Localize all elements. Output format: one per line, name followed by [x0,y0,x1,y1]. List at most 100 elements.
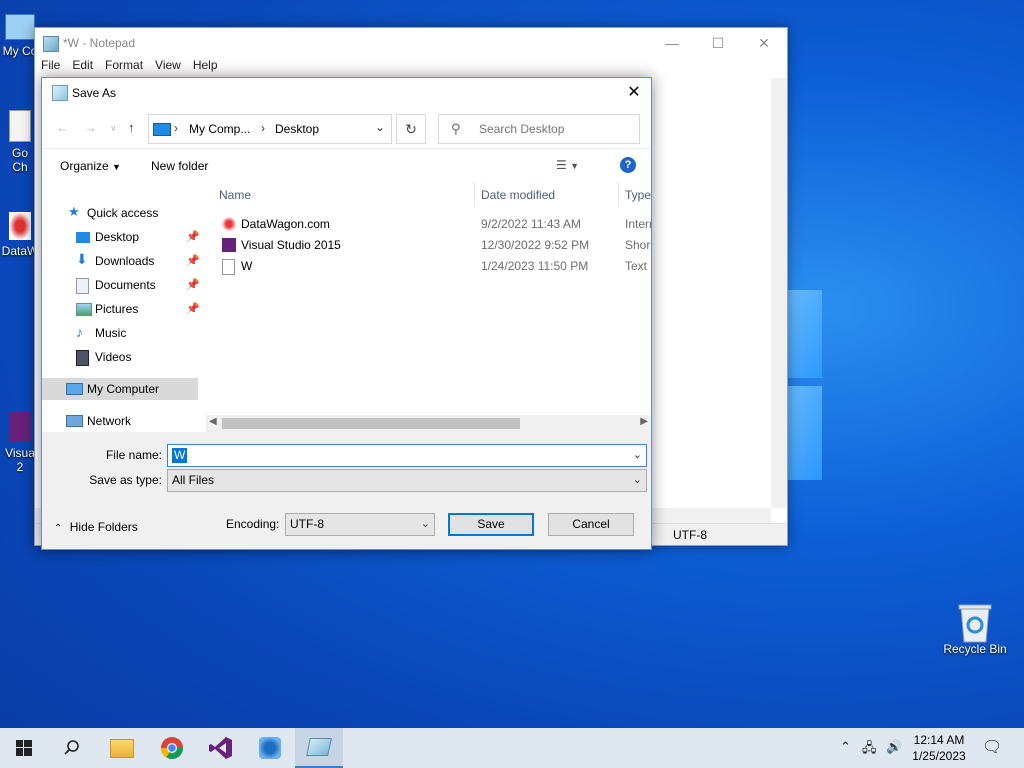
notepad-title-bar[interactable]: *W - Notepad — ☐ ✕ [35,28,787,58]
up-arrow-icon[interactable]: ↑ [128,120,135,135]
save-as-type-select[interactable]: All Files ⌄ [167,469,647,492]
menu-help[interactable]: Help [193,58,224,76]
nav-item-desktop[interactable]: Desktop 📌 [42,226,206,248]
scroll-right-icon[interactable]: ▶ [640,416,648,427]
visual-studio-icon [9,412,31,442]
address-bar[interactable]: › My Comp... › Desktop ⌄ [148,114,392,144]
dialog-title-bar[interactable]: Save As ✕ [42,78,651,108]
nav-item-music[interactable]: ♪ Music [42,322,206,344]
menu-view[interactable]: View [155,58,187,76]
taskbar-visual-studio[interactable] [197,728,245,768]
chevron-down-icon[interactable]: ⌄ [375,120,385,134]
pin-icon[interactable]: 📌 [186,278,200,291]
nav-item-network[interactable]: Network [42,410,206,432]
show-hidden-icons-chevron-icon[interactable]: ⌃ [840,739,851,755]
volume-icon[interactable]: 🔊 [886,739,902,755]
help-icon[interactable]: ? [620,157,636,173]
encoding-select[interactable]: UTF-8 ⌄ [285,513,435,536]
scrollbar-thumb[interactable] [222,418,520,429]
chevron-down-icon[interactable]: ⌄ [633,448,642,461]
network-icon[interactable]: 🖧 [862,739,877,761]
breadcrumb-desktop[interactable]: Desktop [275,122,319,136]
menu-edit[interactable]: Edit [72,58,99,76]
pictures-icon [76,303,92,316]
column-header-type[interactable]: Type [619,182,651,206]
file-row-w[interactable]: W 1/24/2023 11:50 PM Text D [206,256,651,277]
notepad-icon [306,738,332,756]
shortcut-icon [9,110,31,142]
maximize-icon[interactable]: ☐ [695,28,741,58]
visual-studio-icon [209,737,232,759]
file-name-input[interactable]: W ⌄ [167,444,647,467]
download-arrow-icon: ⬇ [76,251,88,267]
internet-shortcut-icon [222,217,236,231]
column-header-date[interactable]: Date modified [475,182,618,206]
nav-item-quick-access[interactable]: ★ Quick access [42,202,206,224]
nav-item-my-computer[interactable]: My Computer [42,378,198,400]
close-icon[interactable]: ✕ [741,28,787,58]
cancel-button[interactable]: Cancel [548,513,634,536]
scroll-left-icon[interactable]: ◀ [209,416,217,427]
desktop-icon-recycle-bin[interactable]: Recycle Bin [940,602,1010,656]
search-button[interactable] [48,728,96,768]
encoding-label: Encoding: [226,517,280,531]
nav-item-pictures[interactable]: Pictures 📌 [42,298,206,320]
taskbar-file-explorer[interactable] [98,728,146,768]
save-button[interactable]: Save [448,513,534,536]
menu-format[interactable]: Format [105,58,149,76]
new-folder-button[interactable]: New folder [151,159,208,173]
recycle-bin-icon [957,602,993,643]
breadcrumb-chevron-icon[interactable]: › [174,121,178,135]
organize-button[interactable]: Organize ▼ [60,159,121,173]
notepad-icon [43,36,59,52]
breadcrumb-my-computer[interactable]: My Comp... [189,122,250,136]
breadcrumb-chevron-icon[interactable]: › [261,121,265,135]
nav-item-documents[interactable]: Documents 📌 [42,274,206,296]
view-list-icon: ☰ [556,158,567,172]
search-box[interactable]: ⚲ [438,114,640,144]
save-as-icon [52,85,68,101]
taskbar-chrome[interactable] [148,728,196,768]
nav-item-downloads[interactable]: ⬇ Downloads 📌 [42,250,206,272]
view-options-button[interactable]: ☰ ▼ [556,158,579,172]
refresh-icon: ↻ [405,121,417,137]
forward-arrow-icon[interactable]: → [84,120,97,135]
file-row-datawagon[interactable]: DataWagon.com 9/2/2022 11:43 AM Intern [206,214,651,235]
clock[interactable]: 12:14 AM 1/25/2023 [906,732,972,764]
pin-icon[interactable]: 📌 [186,302,200,315]
hide-folders-button[interactable]: ⌃ Hide Folders [54,520,138,534]
desktop-icon [76,232,90,243]
nav-item-videos[interactable]: Videos [42,346,206,368]
save-as-dialog[interactable]: Save As ✕ ← → ∨ ↑ › My Comp... › Desktop… [41,77,652,550]
search-input[interactable] [477,121,631,137]
clock-time: 12:14 AM [913,733,965,747]
clock-date: 1/25/2023 [912,749,966,763]
pin-icon[interactable]: 📌 [186,230,200,243]
computer-icon [66,383,83,395]
menu-file[interactable]: File [41,58,66,76]
start-button[interactable] [0,728,48,768]
notepad-vertical-scrollbar[interactable] [771,78,787,508]
windows-logo-icon [16,740,32,756]
chrome-icon [161,737,183,759]
text-document-icon [222,259,235,275]
search-icon: ⚲ [451,121,461,136]
address-row: ← → ∨ ↑ › My Comp... › Desktop ⌄ ↻ ⚲ [42,108,651,148]
notifications-icon[interactable]: 🗨 [982,737,1002,757]
taskbar-notepad[interactable] [295,728,343,768]
dialog-title: Save As [72,86,117,100]
file-row-visual-studio[interactable]: Visual Studio 2015 12/30/2022 9:52 PM Sh… [206,235,651,256]
file-list-horizontal-scrollbar[interactable]: ◀ ▶ [206,415,651,432]
datawagon-icon [9,212,31,240]
recent-locations-chevron-icon[interactable]: ∨ [110,123,117,134]
minimize-icon[interactable]: — [649,28,695,58]
back-arrow-icon[interactable]: ← [56,120,69,135]
close-icon[interactable]: ✕ [623,82,645,104]
taskbar: ⌃ 🖧 🔊 12:14 AM 1/25/2023 🗨 [0,728,1024,768]
chevron-down-icon: ⌄ [632,474,642,486]
refresh-button[interactable]: ↻ [396,114,426,144]
column-header-name[interactable]: Name ⌃ [206,182,474,206]
taskbar-datawagon[interactable] [246,728,294,768]
pin-icon[interactable]: 📌 [186,254,200,267]
file-name-label: File name: [105,448,162,462]
